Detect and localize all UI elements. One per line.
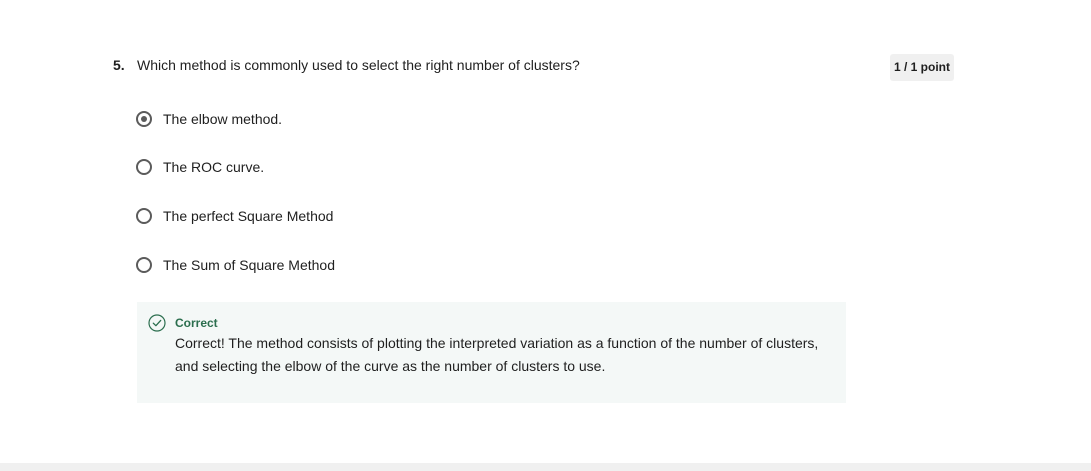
feedback-text: Correct! The method consists of plotting… <box>175 335 819 374</box>
page-footer-strip <box>0 463 1091 471</box>
option-elbow-method[interactable]: The elbow method. <box>136 109 282 129</box>
option-label: The elbow method. <box>163 111 283 127</box>
question-number: 5. <box>113 57 125 73</box>
option-label: The Sum of Square Method <box>163 257 335 273</box>
feedback-status: Correct <box>175 316 218 330</box>
option-label: The perfect Square Method <box>163 208 334 224</box>
radio-button-selected[interactable] <box>136 111 152 127</box>
radio-button[interactable] <box>136 159 152 175</box>
option-perfect-square-method[interactable]: The perfect Square Method <box>136 206 333 226</box>
option-roc-curve[interactable]: The ROC curve. <box>136 157 264 177</box>
question-text: Which method is commonly used to select … <box>137 57 580 73</box>
radio-button[interactable] <box>136 208 152 224</box>
check-circle-icon <box>148 314 166 332</box>
points-badge: 1 / 1 point <box>890 54 954 81</box>
feedback-panel: Correct Correct! The method consists of … <box>137 302 846 403</box>
radio-button[interactable] <box>136 257 152 273</box>
option-label: The ROC curve. <box>163 159 265 175</box>
option-sum-of-square-method[interactable]: The Sum of Square Method <box>136 255 335 275</box>
